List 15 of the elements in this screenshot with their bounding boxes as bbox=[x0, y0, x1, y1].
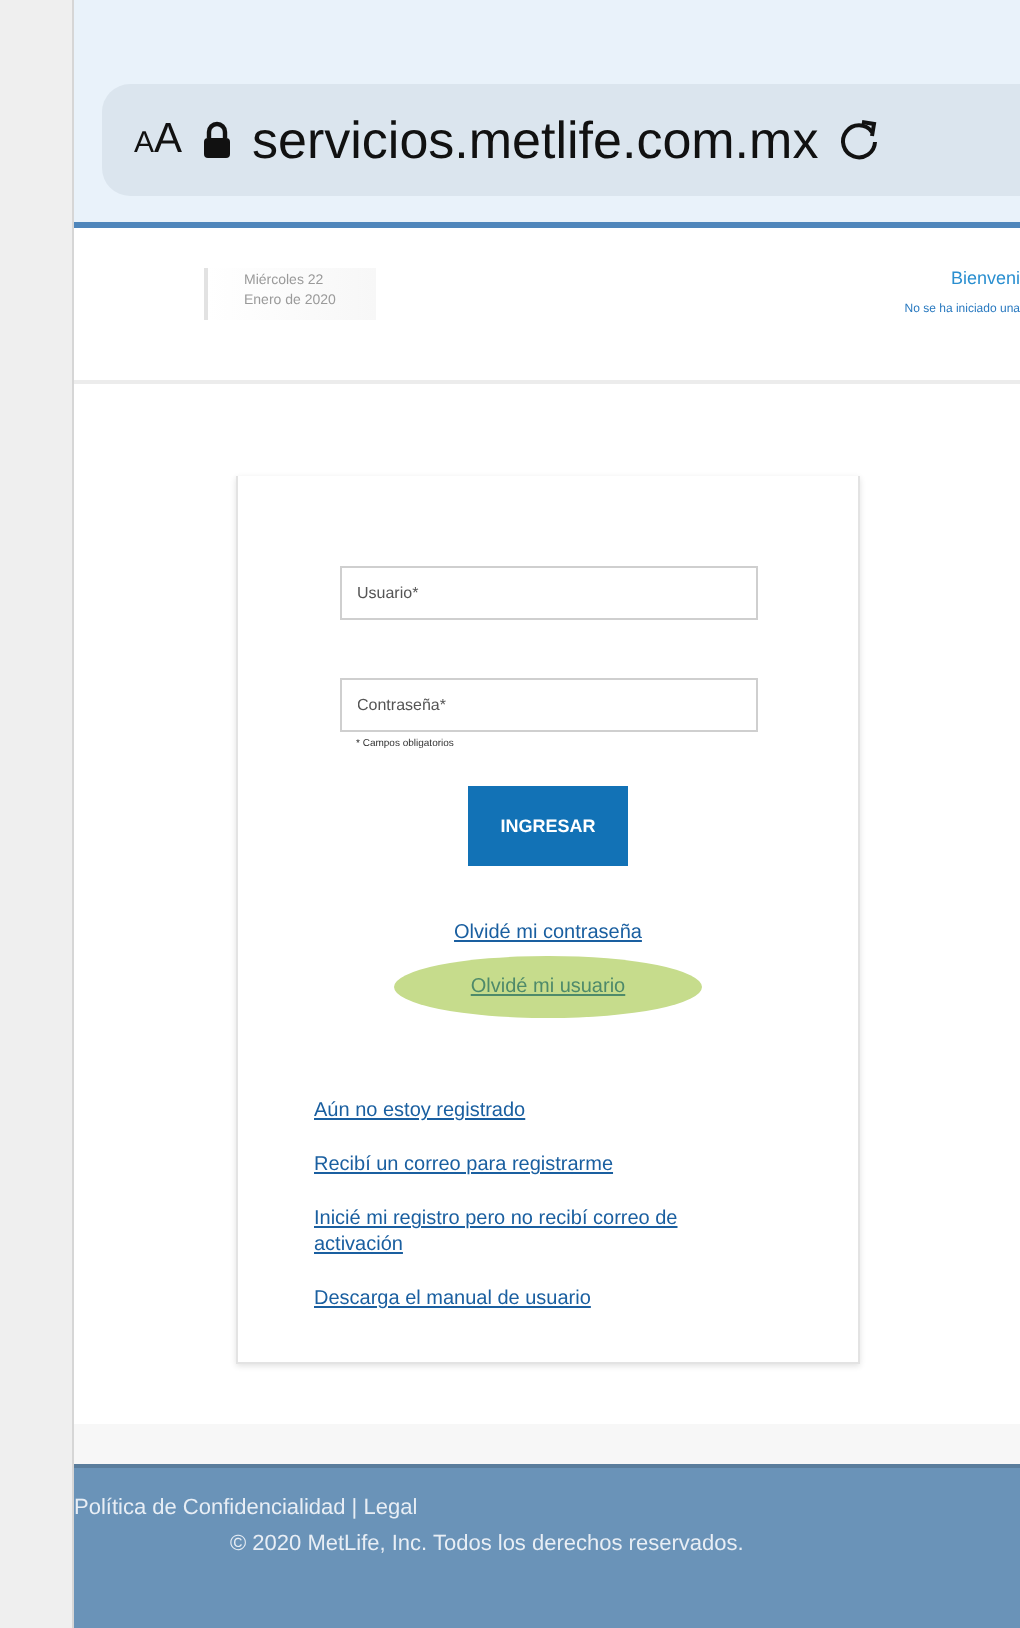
reload-icon[interactable] bbox=[838, 116, 883, 164]
copyright-text: © 2020 MetLife, Inc. Todos los derechos reservados. bbox=[230, 1532, 746, 1556]
welcome-text: Bienveni bbox=[950, 268, 1020, 288]
url-text: servicios.metlife.com.mx bbox=[252, 109, 819, 171]
input-field[interactable]: Usuario* bbox=[339, 566, 757, 620]
help-link[interactable]: Inicié mi registro pero no recibí correo de activación bbox=[314, 1206, 744, 1258]
text-size-button[interactable]: AA bbox=[134, 116, 183, 164]
input-field[interactable]: Contraseña* bbox=[339, 678, 757, 732]
help-link[interactable]: Aún no estoy registrado bbox=[314, 1098, 744, 1124]
lock-icon bbox=[202, 120, 233, 160]
help-link[interactable]: Descarga el manual de usuario bbox=[314, 1286, 744, 1312]
url-field[interactable]: AA servicios.metlife.com.mx bbox=[102, 84, 1020, 196]
help-link[interactable]: Recibí un correo para registrarme bbox=[314, 1152, 744, 1178]
recovery-link[interactable]: Olvidé mi contraseña bbox=[446, 914, 650, 952]
login-button[interactable]: INGRESAR bbox=[468, 786, 628, 866]
